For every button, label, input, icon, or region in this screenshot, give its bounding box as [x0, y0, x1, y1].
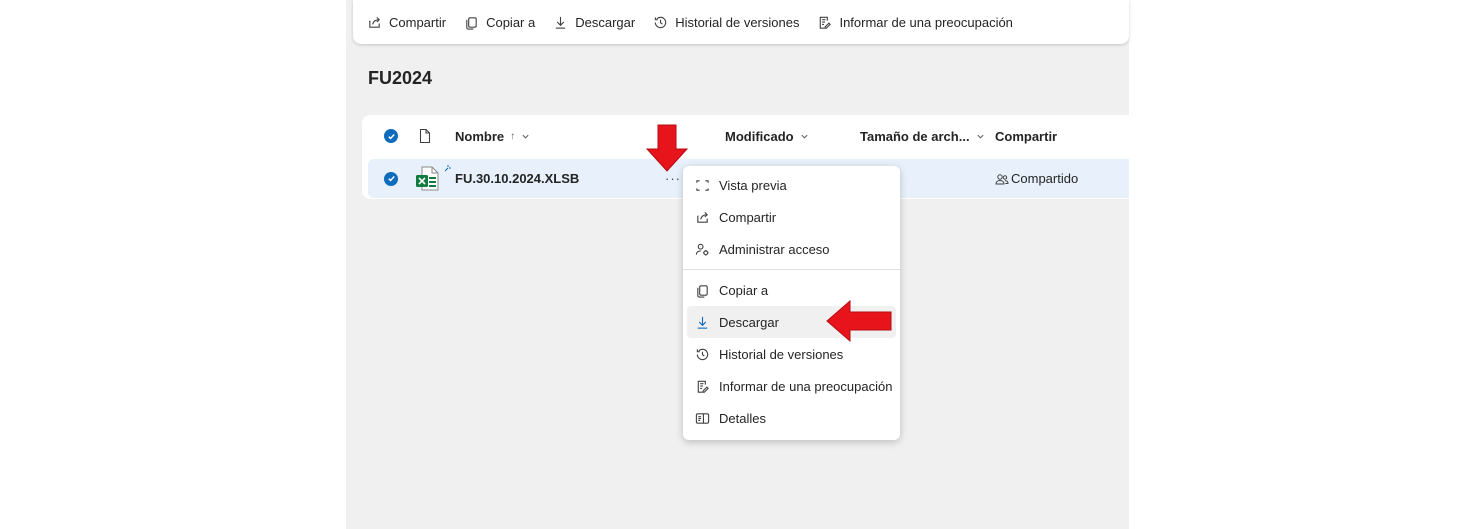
copy-icon: [466, 16, 477, 30]
share-button-label: Compartir: [389, 14, 447, 30]
version-history-button[interactable]: Historial de versiones: [653, 7, 799, 37]
menu-item-preview[interactable]: Vista previa: [687, 169, 896, 201]
chevron-down-icon: [976, 134, 984, 139]
report-concern-button[interactable]: Informar de una preocupación: [817, 7, 1013, 37]
sharing-status-label: Compartido: [1011, 171, 1079, 186]
download-icon: [556, 16, 566, 29]
name-column-label: Nombre: [455, 128, 505, 144]
download-button-label: Descargar: [575, 14, 636, 30]
select-all-check: [384, 129, 398, 143]
chevron-down-icon: [801, 134, 808, 139]
modified-column-label: Modificado: [725, 128, 794, 144]
sharing-column-label: Compartir: [995, 128, 1058, 144]
size-column-header[interactable]: Tamaño de arch...: [860, 115, 985, 157]
modified-column-header[interactable]: Modificado: [725, 115, 809, 157]
menu-item-report-concern[interactable]: Informar de una preocupación: [687, 370, 896, 402]
document-icon: [419, 128, 431, 144]
menu-item-share-label: Compartir: [719, 209, 777, 225]
new-file-sparkle-icon: [444, 164, 451, 171]
down-arrow-annotation: [646, 124, 688, 172]
menu-item-manage-access-label: Administrar acceso: [719, 241, 830, 257]
share-button[interactable]: Compartir: [367, 7, 446, 37]
download-button[interactable]: Descargar: [553, 7, 635, 37]
manage-access-icon: [695, 243, 709, 256]
report-icon: [697, 380, 709, 393]
share-icon: [697, 211, 708, 223]
left-arrow-annotation: [826, 300, 892, 342]
menu-item-share[interactable]: Compartir: [687, 201, 896, 233]
file-type-cell: [414, 159, 451, 198]
checkmark-icon: [387, 176, 395, 182]
file-name-link[interactable]: FU.30.10.2024.XLSB: [455, 159, 579, 198]
menu-item-details-label: Detalles: [719, 410, 766, 426]
menu-item-version-history[interactable]: Historial de versiones: [687, 338, 896, 370]
menu-item-download-label: Descargar: [719, 314, 779, 330]
history-icon: [654, 16, 667, 28]
menu-item-details[interactable]: Detalles: [687, 402, 896, 434]
row-checkbox[interactable]: [384, 159, 398, 198]
menu-item-copy-to-label: Copiar a: [719, 282, 769, 298]
select-all-checkbox[interactable]: [384, 115, 398, 157]
chevron-down-icon: [522, 134, 529, 139]
sharing-column-header[interactable]: Compartir: [995, 115, 1057, 157]
checkmark-icon: [387, 133, 395, 140]
preview-icon: [696, 179, 709, 191]
report-icon: [820, 16, 832, 29]
menu-item-preview-label: Vista previa: [719, 177, 787, 193]
history-icon: [696, 348, 709, 360]
share-icon: [369, 16, 380, 28]
name-column-header[interactable]: Nombre ↑: [455, 115, 530, 157]
folder-title: FU2024: [368, 68, 433, 88]
command-bar: Compartir Copiar a Descargar Historial d…: [353, 0, 1129, 44]
screenshot-stage: Compartir Copiar a Descargar Historial d…: [0, 0, 1467, 529]
menu-item-manage-access[interactable]: Administrar acceso: [687, 233, 896, 265]
sharing-status: Compartido: [995, 159, 1078, 198]
sort-ascending-icon: ↑: [510, 130, 516, 142]
copy-to-button[interactable]: Copiar a: [464, 7, 535, 37]
file-type-column-header[interactable]: [418, 115, 432, 157]
row-check: [384, 171, 398, 186]
details-icon: [695, 412, 710, 424]
report-concern-button-label: Informar de una preocupación: [839, 14, 1013, 30]
excel-file-icon: [416, 166, 439, 190]
menu-item-report-concern-label: Informar de una preocupación: [719, 378, 893, 394]
copy-icon: [697, 284, 708, 298]
download-icon: [697, 316, 708, 329]
menu-divider: [683, 269, 900, 270]
people-icon: [995, 173, 1009, 184]
copy-to-button-label: Copiar a: [486, 14, 536, 30]
menu-item-version-history-label: Historial de versiones: [719, 346, 844, 362]
size-column-label: Tamaño de arch...: [860, 128, 970, 144]
version-history-button-label: Historial de versiones: [675, 14, 800, 30]
